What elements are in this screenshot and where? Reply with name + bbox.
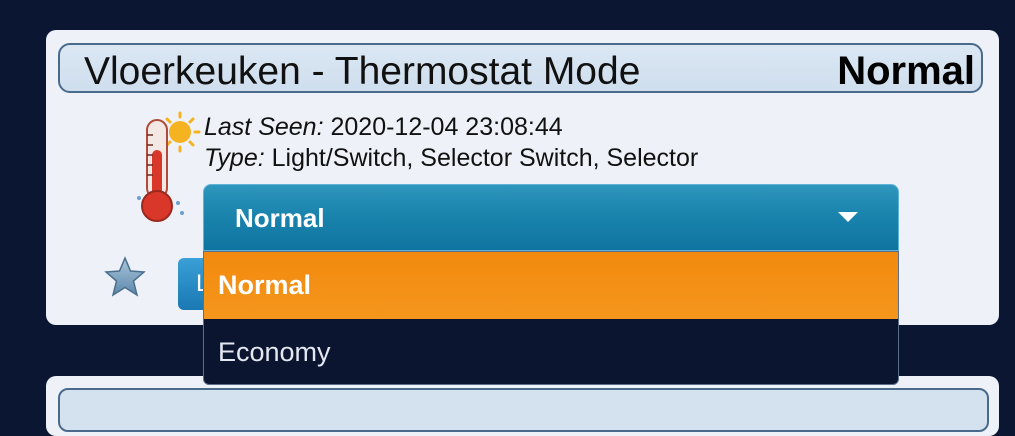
type-label: Type: — [204, 144, 265, 172]
device-title-bar: Vloerkeuken - Thermostat Mode Normal — [58, 43, 983, 93]
device-info: Last Seen: 2020-12-04 23:08:44 Type: Lig… — [204, 112, 698, 174]
last-seen-row: Last Seen: 2020-12-04 23:08:44 — [204, 112, 698, 143]
mode-selector[interactable]: Normal — [203, 184, 899, 251]
mode-selector-value: Normal — [235, 203, 325, 233]
device-name: Vloerkeuken - Thermostat Mode — [84, 50, 641, 93]
thermometer-sun-icon — [137, 111, 201, 222]
star-icon[interactable] — [103, 256, 147, 298]
chevron-down-icon — [838, 212, 858, 222]
next-device-card — [46, 376, 999, 436]
type-value: Light/Switch, Selector Switch, Selector — [271, 144, 699, 172]
option-normal[interactable]: Normal — [204, 252, 898, 319]
device-status: Normal — [837, 49, 975, 93]
mode-dropdown-list: Normal Economy — [203, 251, 899, 385]
last-seen-label: Last Seen: — [204, 113, 324, 141]
last-seen-value: 2020-12-04 23:08:44 — [330, 113, 563, 141]
type-row: Type: Light/Switch, Selector Switch, Sel… — [204, 143, 698, 174]
next-device-title-bar — [58, 388, 989, 432]
option-economy[interactable]: Economy — [204, 319, 898, 384]
